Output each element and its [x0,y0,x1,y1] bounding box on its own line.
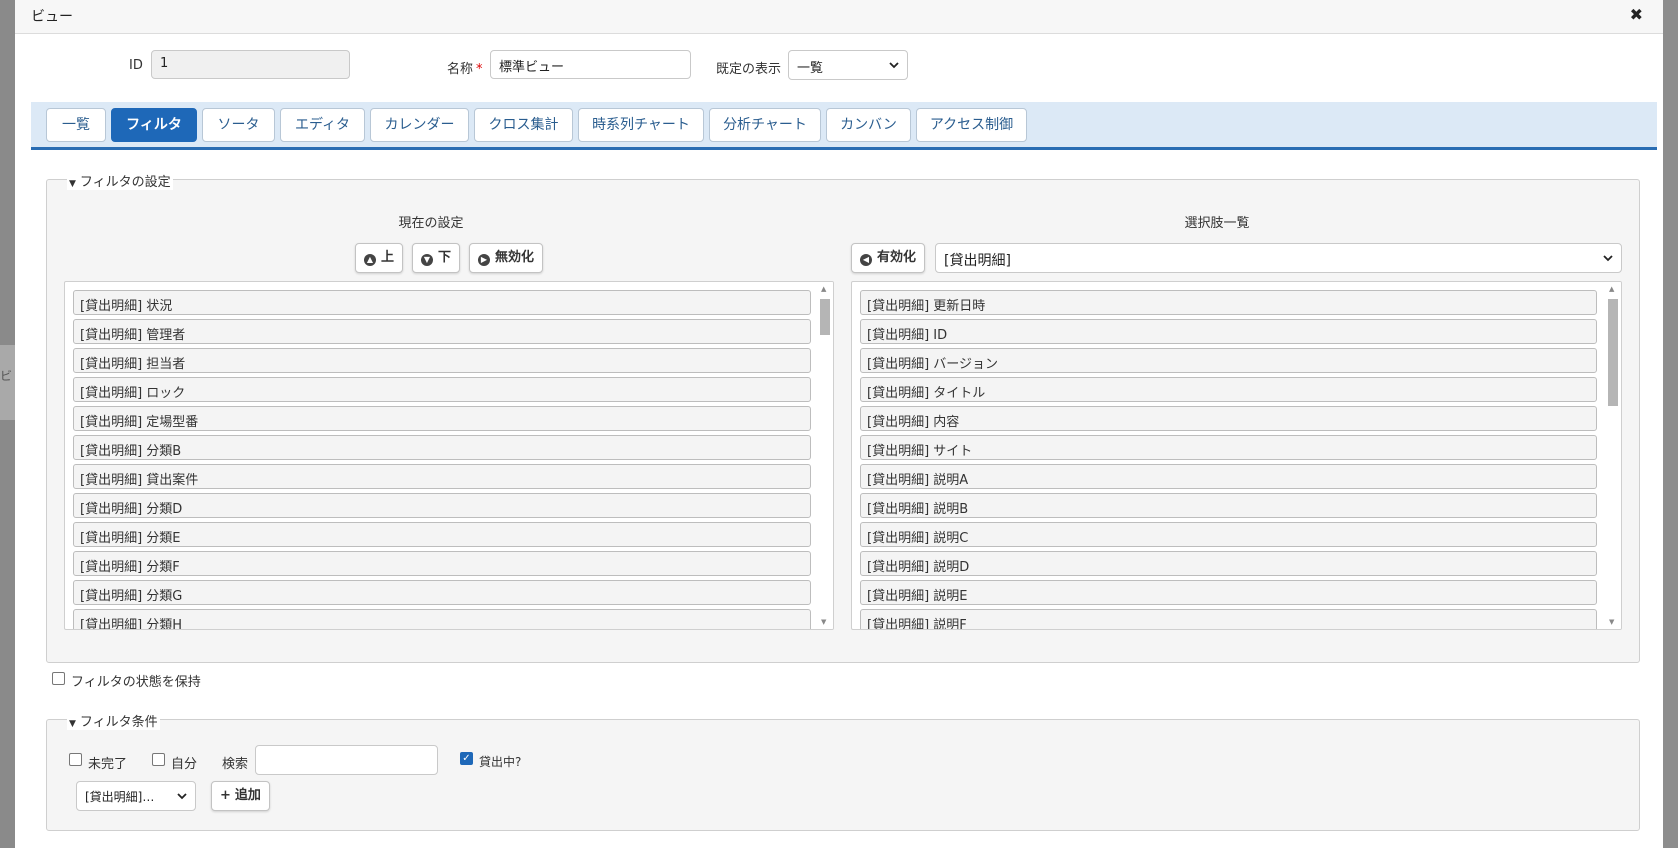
options-title: 選択肢一覧 [1184,216,1250,231]
current-settings-title: 現在の設定 [398,216,464,231]
options-list[interactable]: [貸出明細] 更新日時 [貸出明細] ID [貸出明細] バージョン [貸出明細] タ… [851,281,1622,630]
list-item[interactable]: [貸出明細] タイトル [860,377,1597,402]
list-item[interactable]: [貸出明細] ロック [73,377,811,402]
dialog-title: ビュー [31,9,73,25]
disable-button[interactable]: ▶ 無効化 [469,243,544,273]
tab-timeseries-chart[interactable]: 時系列チャート [578,108,704,142]
list-item[interactable]: [貸出明細] 状況 [73,290,811,315]
search-label: 検索 [222,757,249,772]
add-filter-button[interactable]: + 追加 [211,781,270,811]
id-field: 1 [151,50,350,79]
list-item[interactable]: [貸出明細] 説明E [860,580,1597,605]
source-table-value: [貸出明細] [944,253,1011,269]
list-item[interactable]: [貸出明細] 担当者 [73,348,811,373]
filter-conditions-legend[interactable]: ▼ フィルタ条件 [67,711,160,730]
tab-filter[interactable]: フィルタ [111,108,197,142]
scroll-up-arrow-icon[interactable]: ▲ [1609,285,1614,293]
dialog-titlebar: ビュー ✖ [15,0,1663,34]
list-item[interactable]: [貸出明細] 分類H [73,609,811,629]
filter-column-value: [貸出明細]… [85,790,155,804]
scroll-thumb[interactable] [820,299,830,335]
own-label: 自分 [171,757,198,772]
tab-crosstab[interactable]: クロス集計 [474,108,573,142]
tab-sorter[interactable]: ソータ [202,108,275,142]
default-display-label: 既定の表示 [716,62,782,77]
id-label: ID [129,58,143,73]
list-item[interactable]: [貸出明細] 更新日時 [860,290,1597,315]
search-input[interactable] [255,745,438,775]
list-item[interactable]: [貸出明細] 内容 [860,406,1597,431]
backdrop-left: ビ [0,0,15,848]
arrow-right-circle-icon: ▶ [478,254,490,266]
lending-checkbox[interactable]: ✓ [460,752,473,765]
plus-icon: + [220,788,231,803]
list-item[interactable]: [貸出明細] 分類F [73,551,811,576]
default-display-value: 一覧 [797,61,824,76]
list-item[interactable]: [貸出明細] 分類E [73,522,811,547]
filter-settings-legend[interactable]: ▼ フィルタの設定 [67,171,173,190]
scroll-down-arrow-icon[interactable]: ▼ [1609,618,1614,626]
source-table-select[interactable]: [貸出明細] [935,243,1622,273]
tab-access-control[interactable]: アクセス制御 [916,108,1027,142]
move-down-button[interactable]: ▼ 下 [412,243,461,273]
tab-bar: 一覧 フィルタ ソータ エディタ カレンダー クロス集計 時系列チャート 分析チ… [31,102,1657,150]
list-item[interactable]: [貸出明細] バージョン [860,348,1597,373]
chevron-down-icon [177,793,187,800]
backdrop-right [1663,0,1678,848]
list-item[interactable]: [貸出明細] 説明F [860,609,1597,629]
filter-column-select[interactable]: [貸出明細]… [76,781,196,811]
move-up-button[interactable]: ▲ 上 [355,243,404,273]
view-dialog: ビュー ✖ ID 1 名称 * 標準ビュー 既定の表示 一覧 一覧 フィルタ ソー… [15,0,1663,848]
list-item[interactable]: [貸出明細] 分類D [73,493,811,518]
list-item[interactable]: [貸出明細] サイト [860,435,1597,460]
tab-analysis-chart[interactable]: 分析チャート [709,108,821,142]
incomplete-label: 未完了 [88,757,128,772]
name-field[interactable]: 標準ビュー [490,50,691,79]
close-icon[interactable]: ✖ [1630,5,1643,24]
list-item[interactable]: [貸出明細] 説明D [860,551,1597,576]
arrow-left-circle-icon: ◀ [860,254,872,266]
list-item[interactable]: [貸出明細] 説明A [860,464,1597,489]
arrow-up-circle-icon: ▲ [364,254,376,266]
current-list-scrollbar[interactable]: ▲ ▼ [817,282,833,629]
scroll-down-arrow-icon[interactable]: ▼ [821,618,826,626]
tab-calendar[interactable]: カレンダー [370,108,469,142]
scroll-up-arrow-icon[interactable]: ▲ [821,285,826,293]
required-mark: * [476,62,483,77]
list-item[interactable]: [貸出明細] 貸出案件 [73,464,811,489]
keep-filter-checkbox[interactable] [52,672,65,685]
tab-kanban[interactable]: カンバン [826,108,911,142]
current-settings-list[interactable]: [貸出明細] 状況 [貸出明細] 管理者 [貸出明細] 担当者 [貸出明細] ロック [… [64,281,834,630]
tab-list[interactable]: 一覧 [46,108,106,142]
list-item[interactable]: [貸出明細] 管理者 [73,319,811,344]
list-item[interactable]: [貸出明細] 分類G [73,580,811,605]
backdrop-ghost-text: ビ [0,345,15,420]
own-checkbox[interactable] [152,753,165,766]
check-icon: ✓ [462,753,471,764]
keep-filter-label: フィルタの状態を保持 [71,675,201,690]
incomplete-checkbox[interactable] [69,753,82,766]
collapse-triangle-icon: ▼ [69,719,76,729]
filter-conditions-panel: ▼ フィルタ条件 未完了 自分 検索 ✓ 貸出中? [貸出明細]… + 追加 [46,711,1640,831]
tab-editor[interactable]: エディタ [280,108,365,142]
name-label: 名称 * [447,62,483,77]
enable-button[interactable]: ◀ 有効化 [851,243,926,273]
options-list-scrollbar[interactable]: ▲ ▼ [1605,282,1621,629]
collapse-triangle-icon: ▼ [69,179,76,189]
scroll-thumb[interactable] [1608,299,1618,406]
chevron-down-icon [1603,255,1613,262]
list-item[interactable]: [貸出明細] 説明C [860,522,1597,547]
lending-label: 貸出中? [479,755,522,769]
list-item[interactable]: [貸出明細] 分類B [73,435,811,460]
filter-settings-panel: ▼ フィルタの設定 現在の設定 選択肢一覧 ▲ 上 ▼ 下 ▶ 無効化 ◀ 有効化 [貸出… [46,171,1640,663]
chevron-down-icon [889,62,899,69]
default-display-select[interactable]: 一覧 [788,50,908,80]
list-item[interactable]: [貸出明細] ID [860,319,1597,344]
list-item[interactable]: [貸出明細] 説明B [860,493,1597,518]
list-item[interactable]: [貸出明細] 定場型番 [73,406,811,431]
arrow-down-circle-icon: ▼ [421,254,433,266]
